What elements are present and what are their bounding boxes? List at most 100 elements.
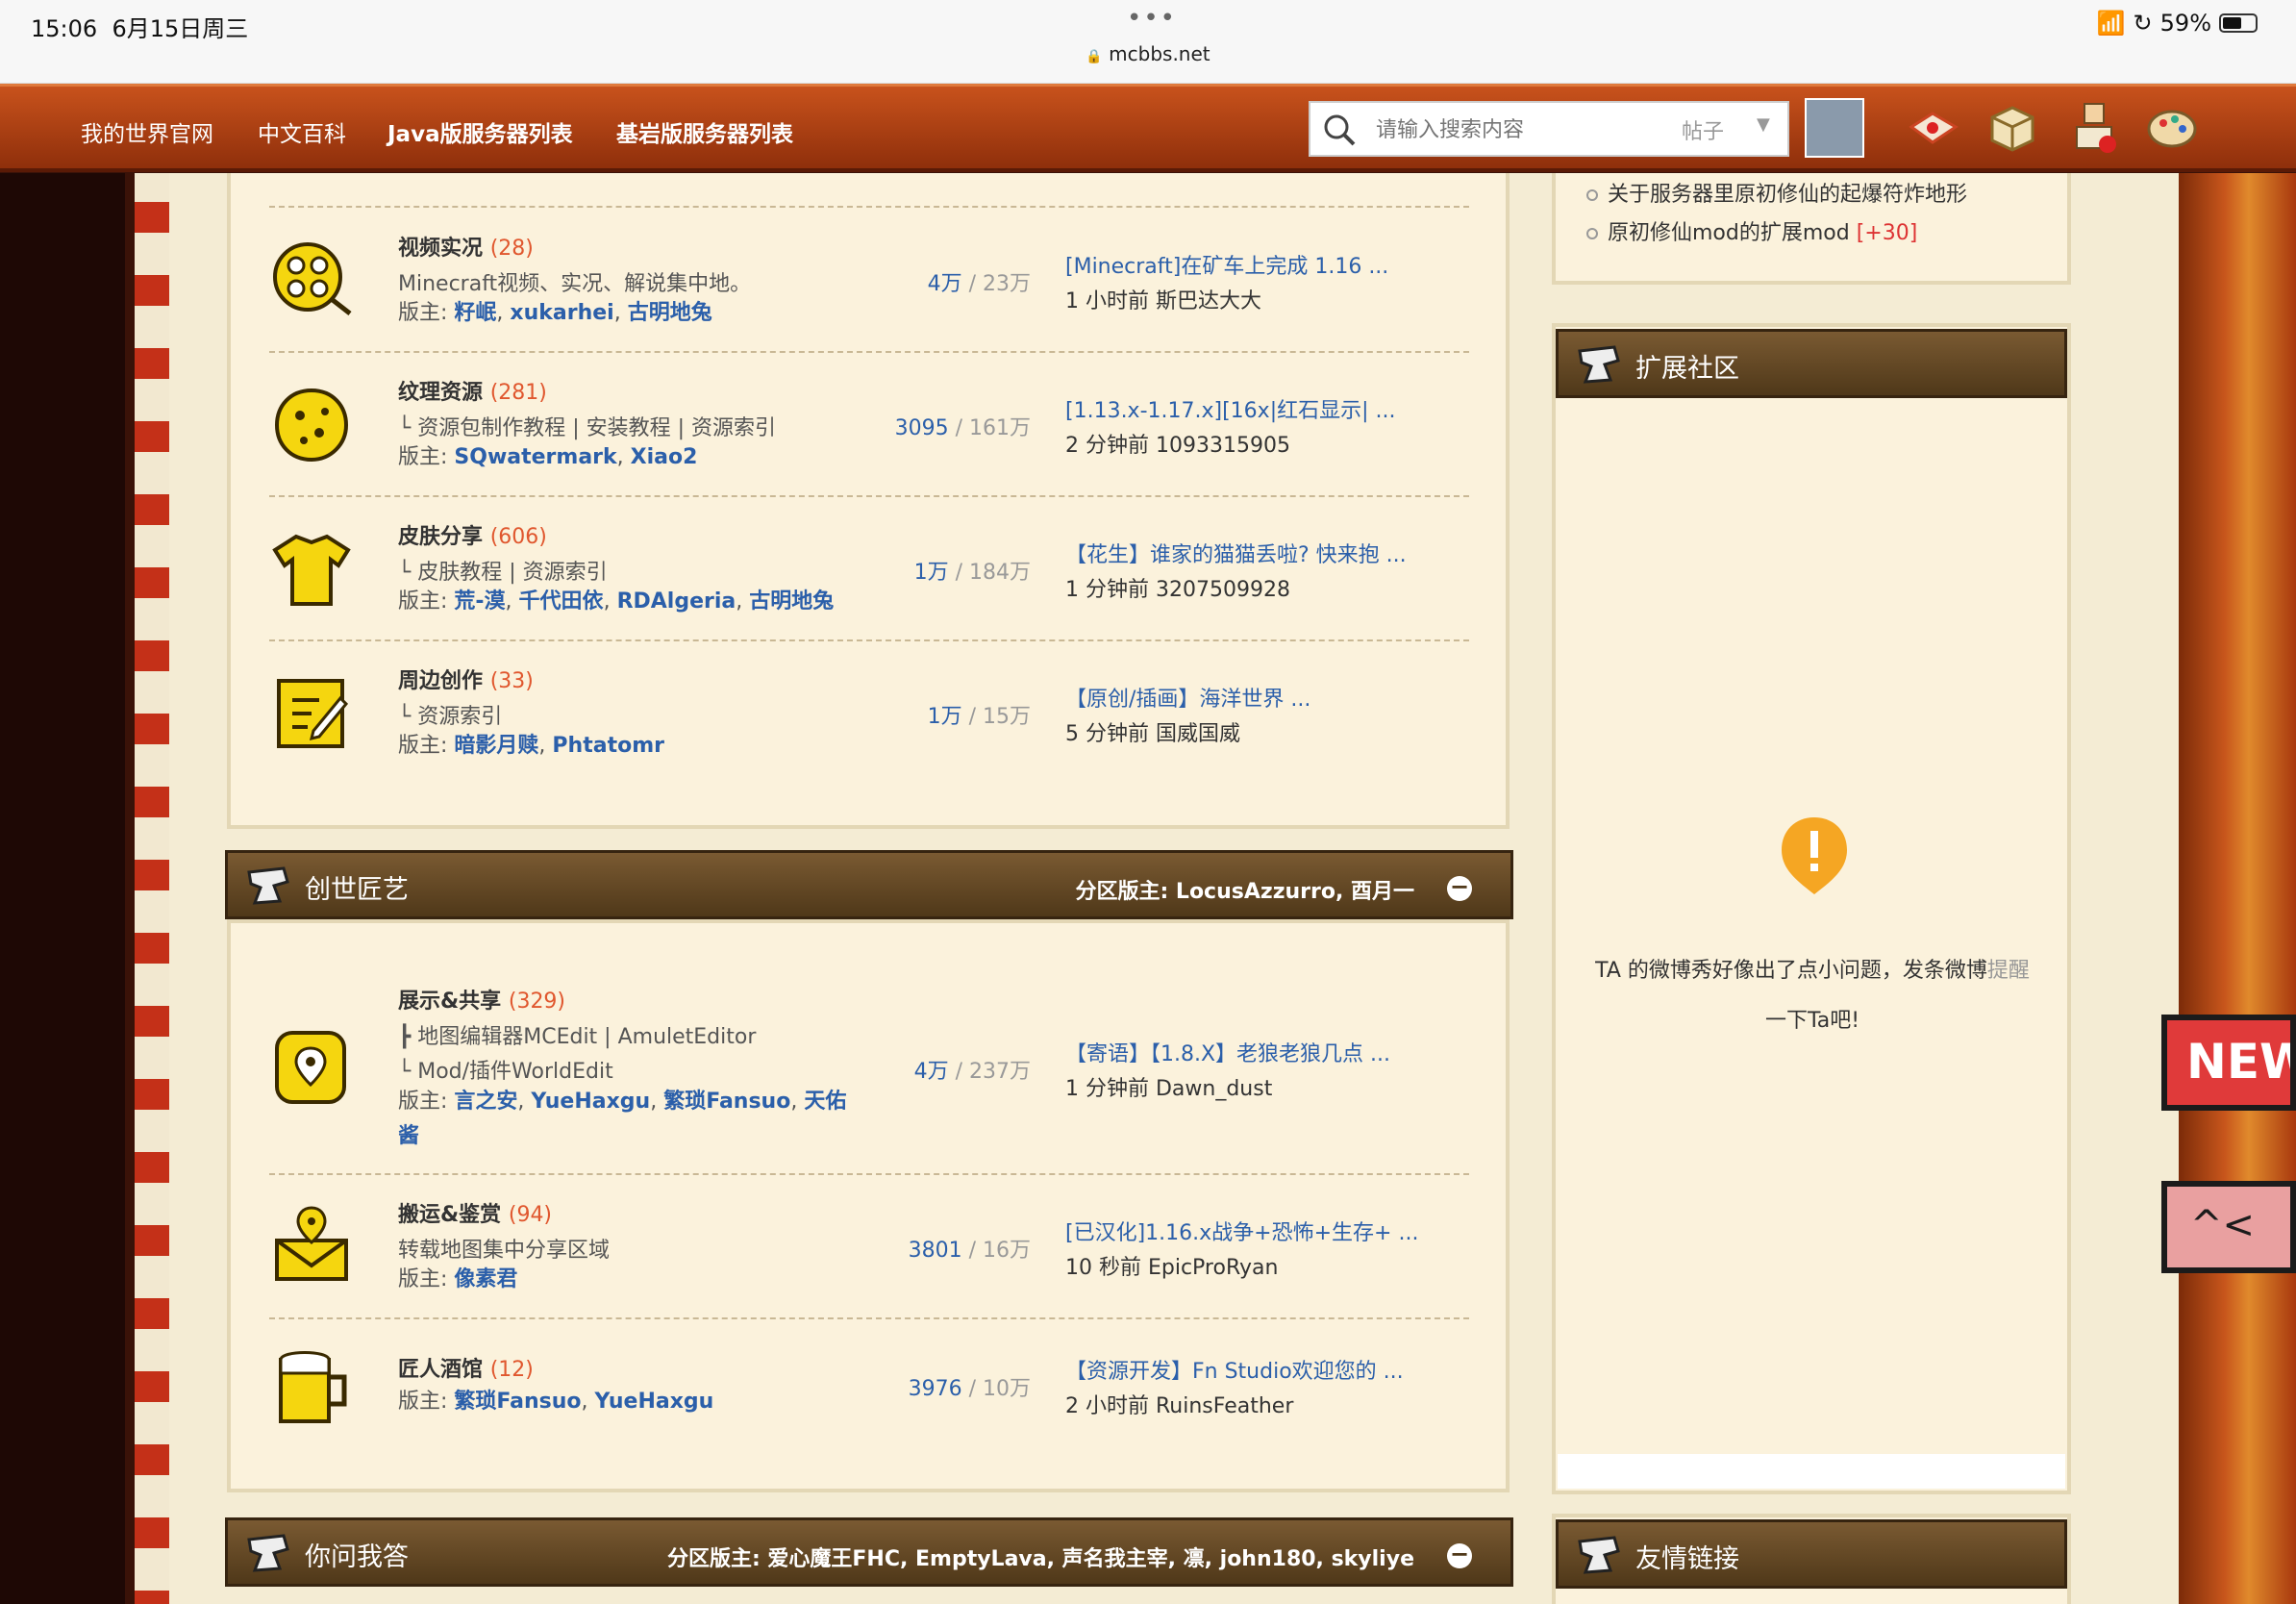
share-button[interactable]: ^< (2161, 1181, 2296, 1273)
sidebar-recent-item[interactable]: 关于服务器里原初修仙的起爆符炸地形 (1586, 177, 1967, 208)
forum-stats: 3976 / 10万 (908, 1377, 1031, 1401)
sidebar-header: 扩展社区 (1556, 329, 2067, 398)
collapse-icon[interactable]: − (1447, 1542, 1472, 1568)
moderator-link[interactable]: YueHaxgu (531, 1090, 650, 1114)
section-moderators: 分区版主: LocusAzzurro, 酉月一 (1075, 880, 1414, 904)
moderator-link[interactable]: 繁琐Fansuo (663, 1090, 790, 1114)
search-icon[interactable] (1320, 111, 1359, 149)
moderator-link[interactable]: xukarhei (510, 301, 613, 325)
user-alert-icon[interactable] (2065, 98, 2125, 158)
package-icon[interactable] (1983, 98, 2042, 158)
moderator-link[interactable]: 古明地兔 (628, 301, 712, 325)
divider (269, 1173, 1469, 1175)
last-post-meta[interactable]: 2 分钟前 1093315905 (1065, 428, 1290, 459)
divider (269, 495, 1469, 497)
widget-footer (1558, 1454, 2065, 1489)
forum-moderators: 版主: 荒-漠, 千代田依, RDAlgeria, 古明地兔 (398, 589, 835, 614)
divider (269, 639, 1469, 641)
moderator-link[interactable]: 暗影月赎 (454, 734, 538, 758)
moderator-link[interactable]: 荒-漠 (454, 589, 505, 614)
forum-moderators: 版主: 暗影月赎, Phtatomr (398, 734, 664, 758)
moderator-link[interactable]: 像素君 (454, 1267, 517, 1291)
forum-stats: 4万 / 237万 (913, 1060, 1031, 1084)
last-post-meta[interactable]: 1 分钟前 3207509928 (1065, 572, 1290, 603)
section-moderators: 分区版主: 爱心魔王FHC, EmptyLava, 声名我主宰, 凛, john… (666, 1547, 1414, 1571)
moderator-link[interactable]: Phtatomr (552, 734, 664, 758)
divider (269, 351, 1469, 353)
section-title[interactable]: 你问我答 (305, 1536, 409, 1573)
forum-moderators: 版主: SQwatermark, Xiao2 (398, 445, 698, 469)
chevron-down-icon[interactable]: ▼ (1757, 114, 1770, 135)
lock-icon: 🔒 (1086, 49, 1103, 64)
anvil-badge-icon (1578, 1536, 1620, 1574)
forum-title[interactable]: 纹理资源 (281) (398, 375, 547, 406)
forum-title[interactable]: 展示&共享 (329) (398, 984, 565, 1015)
last-post-link[interactable]: 【花生】谁家的猫猫丢啦? 快来抱 ... (1065, 538, 1407, 568)
forum-title[interactable]: 视频实况 (28) (398, 231, 534, 262)
forum-count: (33) (489, 669, 534, 693)
palette-icon[interactable] (2142, 98, 2202, 158)
forum-subforums[interactable]: ┣ 地图编辑器MCEdit | AmuletEditor (398, 1019, 756, 1050)
search-box: 帖子 ▼ (1309, 101, 1789, 157)
search-type-select[interactable]: 帖子 (1682, 114, 1724, 145)
collapse-icon[interactable]: − (1447, 875, 1472, 901)
section-header: 创世匠艺 分区版主: LocusAzzurro, 酉月一 − (225, 850, 1513, 919)
envelope-icon[interactable] (1904, 98, 1963, 158)
address-bar[interactable]: 🔒 mcbbs.net (0, 42, 2296, 65)
warning-icon (1782, 817, 1847, 894)
remind-link[interactable]: 提醒 (1987, 959, 2030, 983)
nav-link-java-servers[interactable]: Java版服务器列表 (387, 115, 573, 148)
nav-link-official[interactable]: 我的世界官网 (81, 115, 213, 148)
last-post-link[interactable]: 【寄语】【1.8.X】老狼老狼几点 ... (1065, 1037, 1390, 1067)
anvil-badge-icon (247, 866, 289, 905)
right-background (2178, 173, 2296, 1604)
moderator-link[interactable]: 古明地兔 (749, 589, 834, 614)
divider (269, 1317, 1469, 1319)
forum-count: (28) (489, 237, 534, 261)
last-post-meta[interactable]: 2 小时前 RuinsFeather (1065, 1389, 1293, 1419)
last-post-meta[interactable]: 1 分钟前 Dawn_dust (1065, 1071, 1272, 1102)
forum-title[interactable]: 搬运&鉴赏 (94) (398, 1197, 552, 1228)
last-post-link[interactable]: [Minecraft]在矿车上完成 1.16 ... (1065, 249, 1388, 280)
browser-status-bar: 15:06 6月15日周三 ••• 🔒 mcbbs.net 📶 ↻ 59% (0, 0, 2296, 84)
status-time: 15:06 6月15日周三 (31, 15, 249, 42)
section-title[interactable]: 创世匠艺 (305, 868, 409, 906)
sidebar-recent-item[interactable]: 原初修仙mod的扩展mod [+30] (1586, 215, 1917, 246)
nav-link-wiki[interactable]: 中文百科 (258, 115, 346, 148)
moderator-link[interactable]: 千代田依 (519, 589, 604, 614)
forum-moderators: 版主: 籽岷, xukarhei, 古明地兔 (398, 301, 712, 325)
forum-stats: 3095 / 161万 (894, 416, 1031, 440)
avatar[interactable] (1805, 98, 1864, 158)
moderator-link[interactable]: 籽岷 (454, 301, 496, 325)
forum-stats: 1万 / 15万 (927, 705, 1031, 729)
anvil-badge-icon (247, 1534, 289, 1572)
last-post-link[interactable]: [1.13.x-1.17.x][16x|红石显示| ... (1065, 393, 1396, 424)
nav-link-bedrock-servers[interactable]: 基岩版服务器列表 (616, 115, 793, 148)
last-post-link[interactable]: 【资源开发】Fn Studio欢迎您的 ... (1065, 1354, 1404, 1385)
forum-moderators: 版主: 像素君 (398, 1267, 518, 1291)
sidebar-title: 扩展社区 (1635, 354, 1739, 384)
forum-moderators: 版主: 言之安, YueHaxgu, 繁琐Fansuo, 天佑酱 (398, 1090, 847, 1148)
last-post-link[interactable]: 【原创/插画】海洋世界 ... (1065, 682, 1310, 713)
search-input[interactable] (1376, 111, 1664, 149)
moderator-link[interactable]: Xiao2 (631, 445, 698, 469)
sidebar-title: 友情链接 (1635, 1544, 1739, 1574)
last-post-meta[interactable]: 5 分钟前 国威国威 (1065, 716, 1240, 747)
forum-title[interactable]: 皮肤分享 (606) (398, 519, 547, 550)
new-post-button[interactable]: NEW (2161, 1015, 2296, 1111)
forum-stats: 4万 / 23万 (927, 272, 1031, 296)
forum-stats: 1万 / 184万 (913, 561, 1031, 585)
last-post-link[interactable]: [已汉化]1.16.x战争+恐怖+生存+ ... (1065, 1216, 1418, 1246)
moderator-link[interactable]: SQwatermark (454, 445, 616, 469)
status-right: 📶 ↻ 59% (2097, 10, 2258, 37)
last-post-meta[interactable]: 10 秒前 EpicProRyan (1065, 1250, 1278, 1281)
forum-title[interactable]: 周边创作 (33) (398, 664, 534, 694)
section-header: 你问我答 分区版主: 爱心魔王FHC, EmptyLava, 声名我主宰, 凛,… (225, 1517, 1513, 1587)
sidebar-ext-panel (1552, 323, 2071, 1494)
tab-dots-menu[interactable]: ••• (1127, 4, 1177, 33)
forum-count: (606) (489, 525, 547, 549)
last-post-meta[interactable]: 1 小时前 斯巴达大大 (1065, 284, 1261, 314)
moderator-link[interactable]: 言之安 (454, 1090, 517, 1114)
moderator-link[interactable]: RDAlgeria (617, 589, 736, 614)
sidebar-header: 友情链接 (1556, 1519, 2067, 1589)
